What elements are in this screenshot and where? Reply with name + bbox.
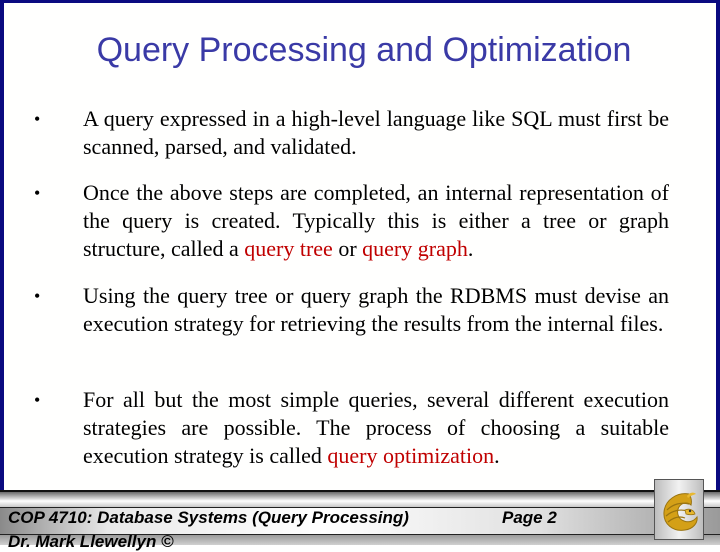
bullet-icon: • bbox=[34, 109, 41, 129]
footer-author: Dr. Mark Llewellyn © bbox=[8, 532, 174, 551]
highlight-query-graph: query graph bbox=[362, 236, 468, 261]
footer-course-title: COP 4710: Database Systems (Query Proces… bbox=[8, 508, 409, 527]
highlight-query-tree: query tree bbox=[244, 236, 333, 261]
bullet-text: For all but the most simple queries, sev… bbox=[83, 386, 669, 470]
bullet-text-segment: . bbox=[467, 236, 474, 261]
slide: Query Processing and Optimization • A qu… bbox=[0, 0, 720, 540]
bullet-icon: • bbox=[34, 183, 41, 203]
bullet-icon: • bbox=[34, 390, 41, 410]
bullet-text-segment: A query expressed in a high-level langua… bbox=[83, 106, 669, 159]
slide-title: Query Processing and Optimization bbox=[96, 31, 632, 69]
bullet-text: Using the query tree or query graph the … bbox=[83, 282, 669, 338]
highlight-query-optimization: query optimization bbox=[327, 443, 495, 468]
ucf-pegasus-logo-icon bbox=[654, 479, 704, 540]
bullet-text: A query expressed in a high-level langua… bbox=[83, 105, 669, 161]
slide-footer: COP 4710: Database Systems (Query Proces… bbox=[0, 490, 720, 551]
bullet-text-segment: Using the query tree or query graph the … bbox=[83, 283, 669, 336]
pegasus-icon bbox=[663, 492, 698, 531]
footer-band-top bbox=[0, 490, 720, 507]
bullet-text: Once the above steps are completed, an i… bbox=[83, 179, 669, 263]
bullet-text-segment: or bbox=[332, 236, 363, 261]
bullet-icon: • bbox=[34, 286, 41, 306]
footer-page-number: Page 2 bbox=[502, 508, 557, 527]
bullet-text-segment: . bbox=[494, 443, 500, 468]
